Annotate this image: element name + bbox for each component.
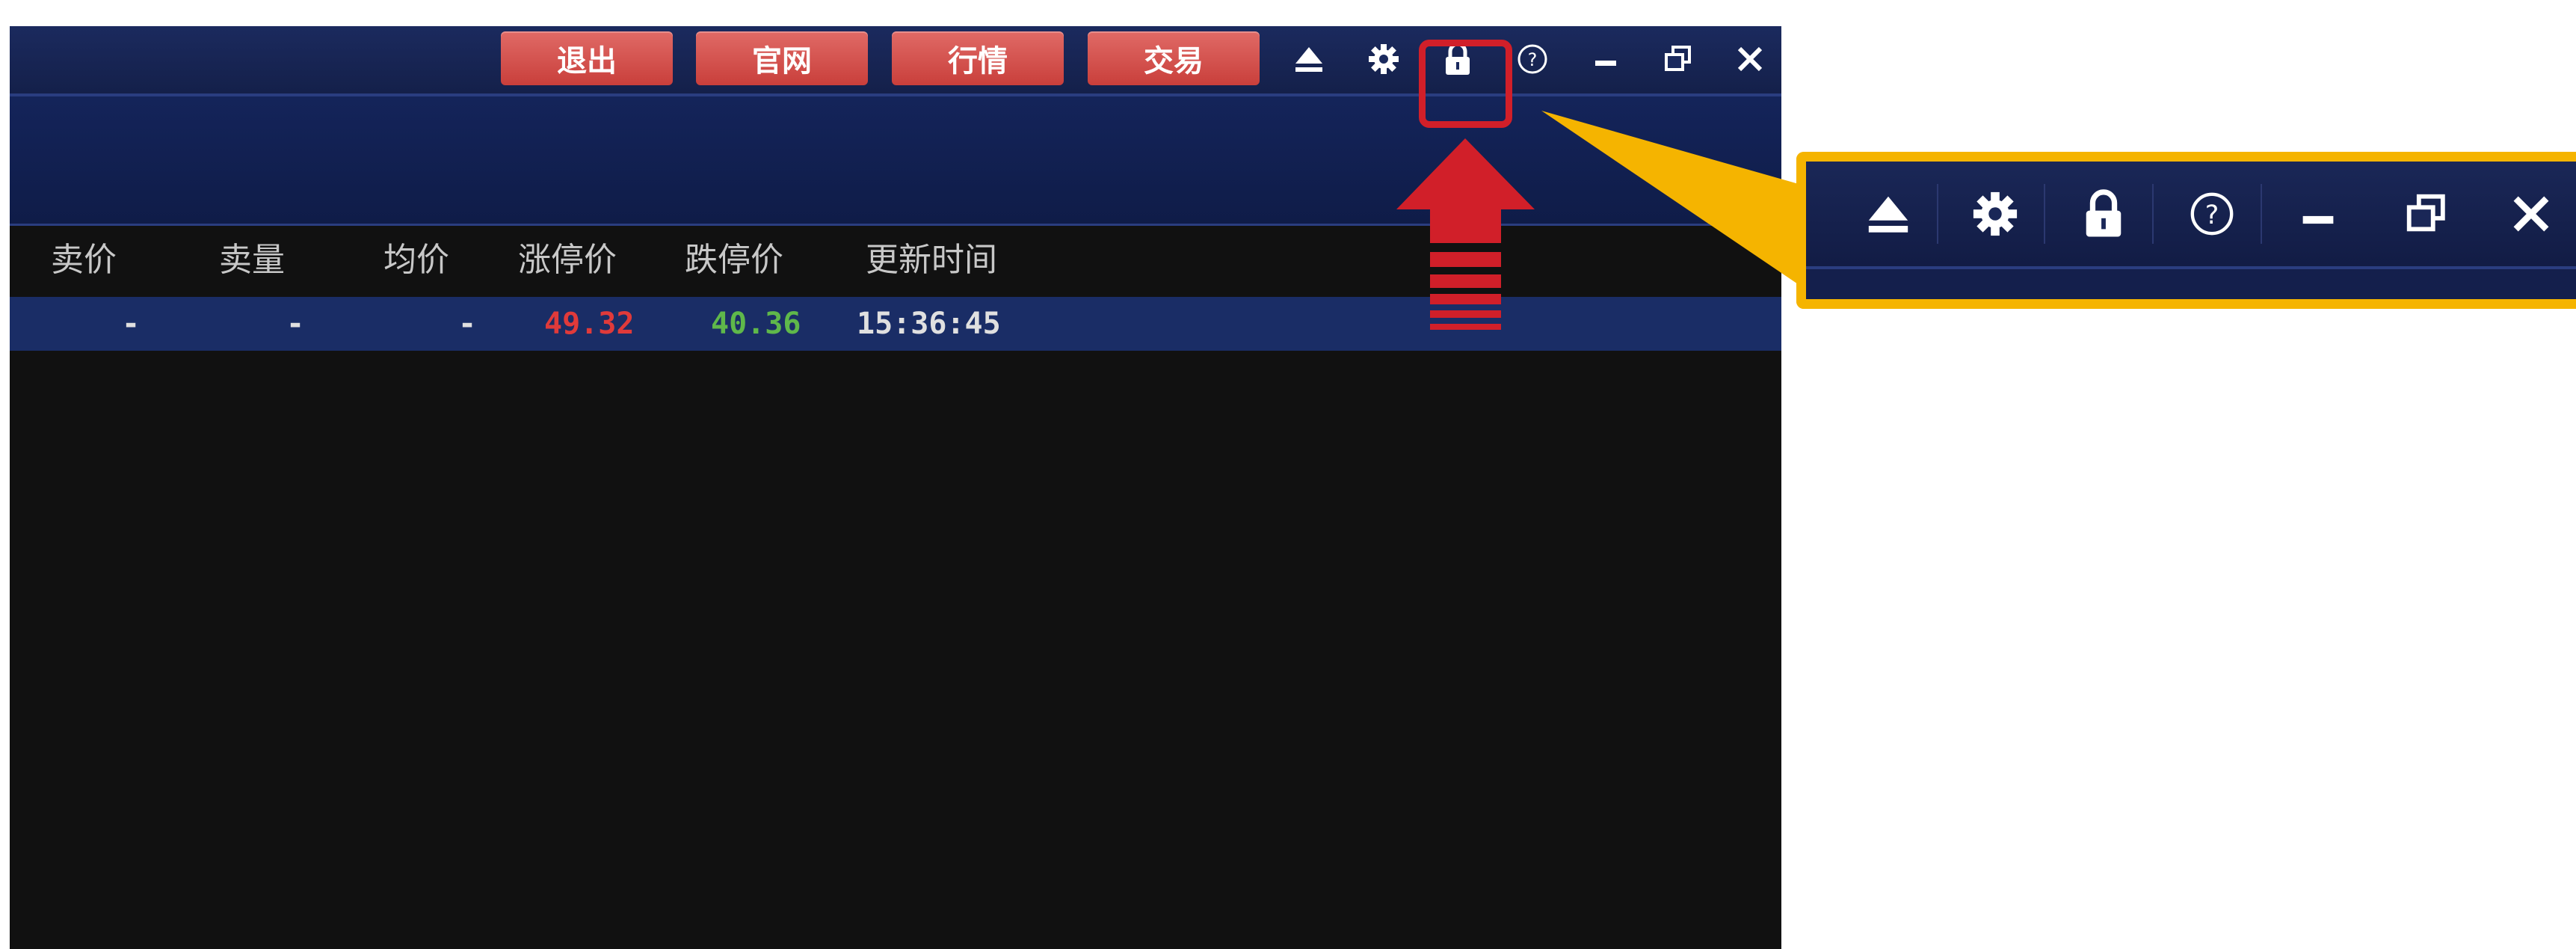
zoomed-toolbar-inset: ? [1796,152,2576,309]
eject-icon [1851,176,1926,251]
avg-price-cell: - [458,307,477,341]
column-header-update-time: 更新时间 [866,241,997,279]
minimize-icon[interactable] [1582,35,1630,83]
column-header-sell-price: 卖价 [51,241,117,279]
exit-button[interactable]: 退出 [501,31,673,85]
close-icon [2494,176,2569,251]
gear-icon [1958,176,2033,251]
svg-text:?: ? [2205,200,2219,230]
official-site-button[interactable]: 官网 [696,31,868,85]
column-header-limit-up: 涨停价 [518,241,617,279]
lock-highlight-box [1419,40,1512,128]
separator [1937,184,1938,244]
close-icon[interactable] [1726,35,1774,83]
limit-up-cell: 49.32 [544,307,635,341]
minimize-icon [2281,176,2355,251]
separator [2044,184,2045,244]
zoomed-title-bar: ? [1806,162,2576,269]
sell-volume-cell: - [286,307,305,341]
help-icon[interactable]: ? [1509,35,1556,83]
restore-icon[interactable] [1654,35,1702,83]
gear-icon[interactable] [1360,35,1408,83]
trade-button[interactable]: 交易 [1088,31,1260,85]
trading-app-window: 退出 官网 行情 交易 ? 卖价 卖量 均价 涨停价 跌停价 更新时间 - - … [10,26,1781,949]
update-time-cell: 15:36:45 [857,307,1001,341]
help-icon: ? [2175,176,2249,251]
market-button[interactable]: 行情 [892,31,1064,85]
red-arrow-indicator [1396,138,1535,330]
separator [2261,184,2262,244]
title-bar: 退出 官网 行情 交易 ? [10,26,1781,96]
column-header-avg-price: 均价 [383,241,449,279]
svg-text:?: ? [1528,49,1538,70]
sell-price-cell: - [122,307,141,341]
restore-icon [2389,176,2464,251]
column-header-sell-volume: 卖量 [219,241,285,279]
separator [2152,184,2154,244]
lock-icon [2066,176,2141,251]
limit-down-cell: 40.36 [711,307,801,341]
column-header-limit-down: 跌停价 [685,241,783,279]
eject-icon[interactable] [1285,35,1333,83]
